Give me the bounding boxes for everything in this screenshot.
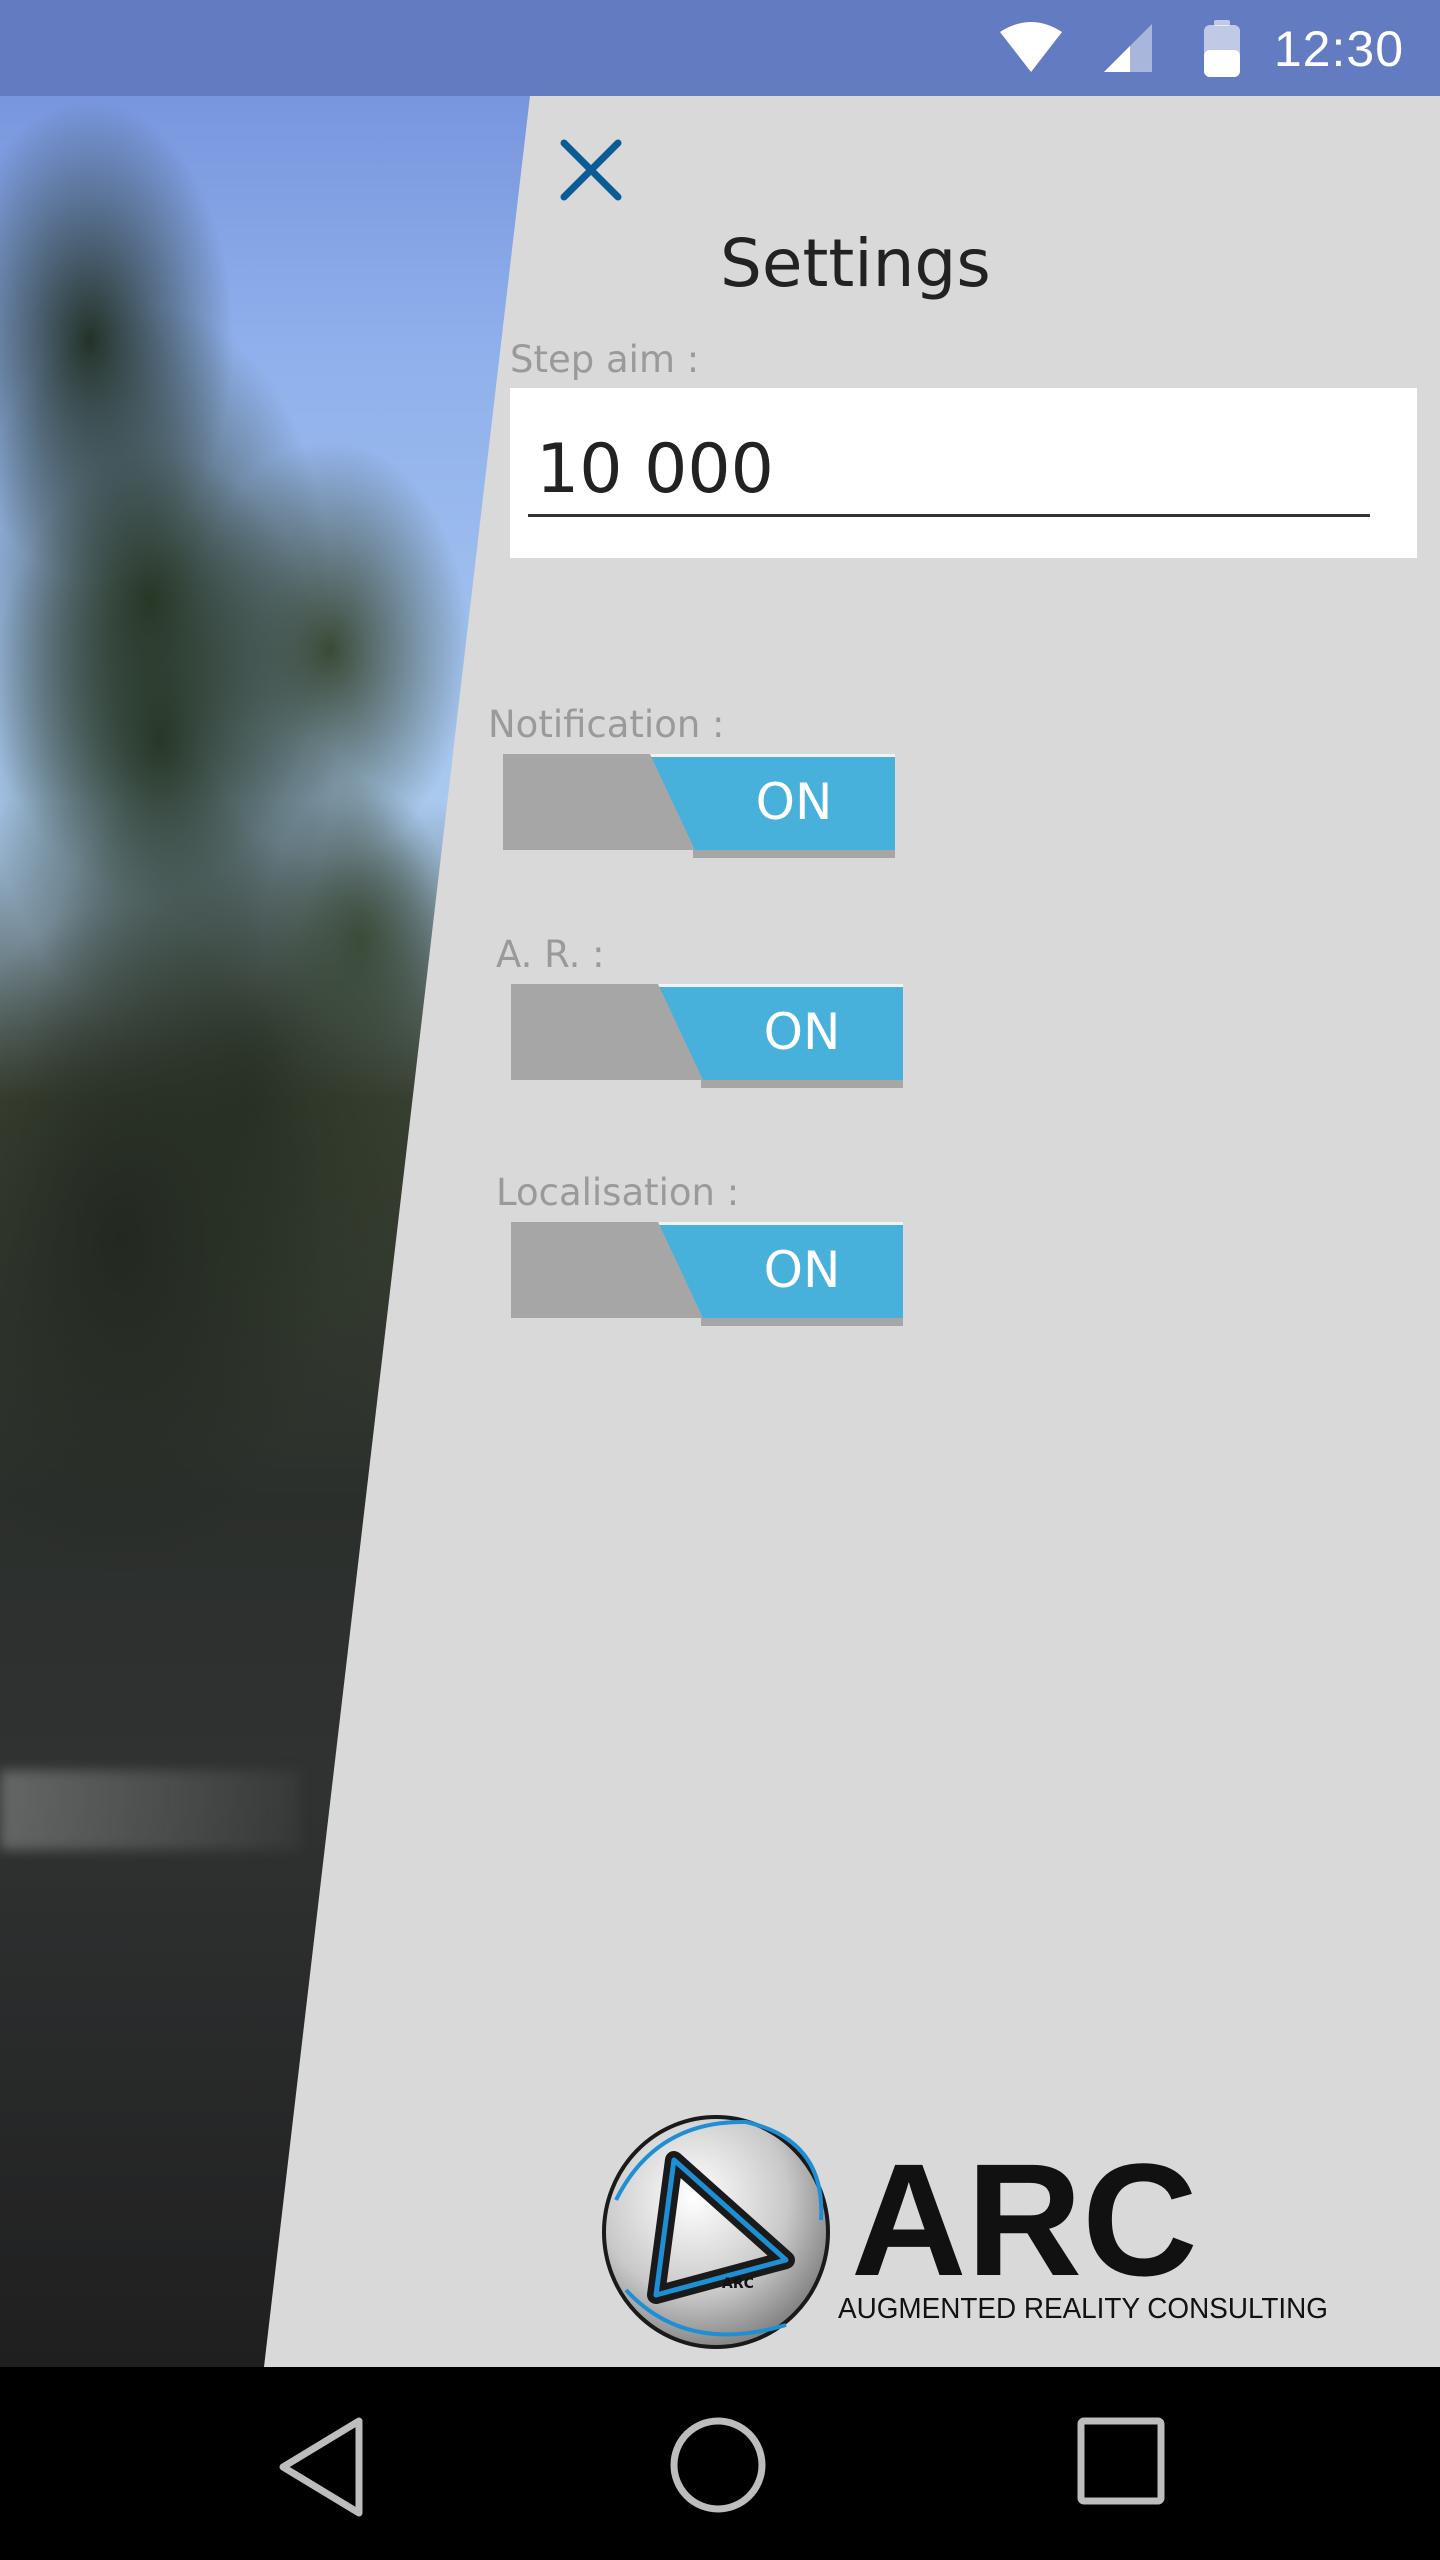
step-aim-label: Step aim :: [510, 338, 700, 381]
localisation-toggle[interactable]: ON: [511, 1222, 903, 1326]
wifi-icon: [1000, 22, 1062, 72]
app-screen: 12:30 Settings Step aim : Notification :…: [0, 0, 1440, 2560]
logo-wordmark: ARC: [851, 2130, 1198, 2309]
recents-icon[interactable]: [1075, 2415, 1167, 2507]
toggle-state-label: ON: [763, 1003, 841, 1061]
ar-label: A. R. :: [496, 933, 605, 976]
page-title: Settings: [720, 225, 991, 302]
navigation-bar: [0, 2367, 1440, 2560]
arc-logo: ARC ARC AUGMENTED REALITY CONSULTING: [602, 2115, 1328, 2349]
logo-tagline: AUGMENTED REALITY CONSULTING: [838, 2293, 1328, 2325]
notification-toggle[interactable]: ON: [503, 754, 895, 858]
toggle-shadow: [701, 1318, 903, 1326]
toggle-shadow: [701, 1080, 903, 1088]
toggle-state-label: ON: [763, 1241, 841, 1299]
toggle-state-label: ON: [755, 773, 833, 831]
battery-icon: [1204, 20, 1240, 77]
ar-toggle[interactable]: ON: [511, 984, 903, 1088]
step-aim-input[interactable]: [528, 424, 1370, 517]
cell-signal-icon: [1104, 24, 1152, 72]
status-bar: 12:30: [0, 0, 1440, 96]
notification-label: Notification :: [488, 703, 725, 746]
localisation-label: Localisation :: [496, 1171, 740, 1214]
emblem-text: ARC: [722, 2276, 754, 2292]
back-icon[interactable]: [275, 2415, 367, 2519]
arc-emblem-icon: ARC: [602, 2115, 830, 2349]
ground-image: [0, 1770, 300, 1850]
close-icon[interactable]: [556, 135, 626, 205]
clock: 12:30: [1273, 21, 1404, 77]
step-aim-field-container: [510, 388, 1417, 558]
home-icon[interactable]: [668, 2415, 768, 2515]
toggle-shadow: [693, 850, 895, 858]
